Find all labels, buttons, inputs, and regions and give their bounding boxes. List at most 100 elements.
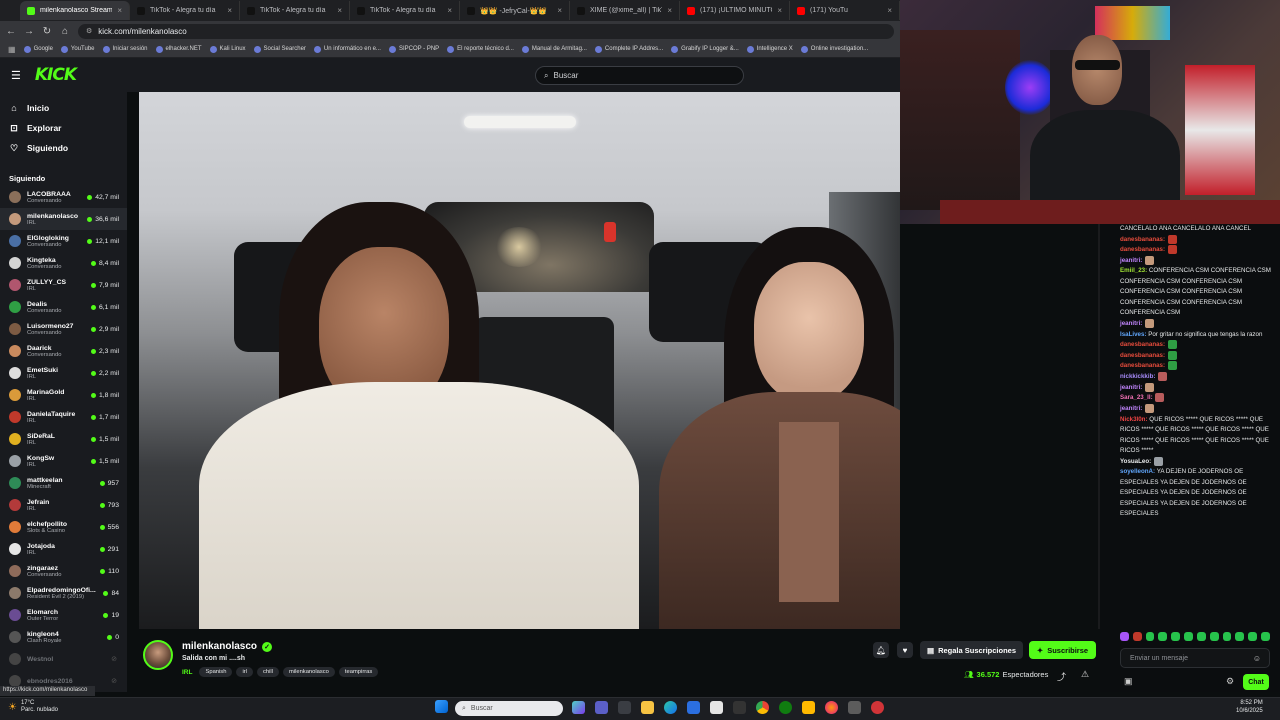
windows-start-icon[interactable] [435, 700, 448, 713]
bookmark-item[interactable]: Online investigation... [800, 45, 868, 53]
followed-channel[interactable]: Dealis Conversando 6,1 mil [0, 296, 127, 318]
close-tab-icon[interactable]: × [447, 6, 452, 15]
subscribe-button[interactable]: ✦ Suscribirse [1029, 641, 1096, 659]
chat-username[interactable]: jeanitri: [1120, 257, 1142, 264]
taskbar-search[interactable]: ⌕ Buscar [455, 701, 563, 716]
close-tab-icon[interactable]: × [777, 6, 782, 15]
close-tab-icon[interactable]: × [337, 6, 342, 15]
followed-channel[interactable]: zingaraez Conversando 110 [0, 560, 127, 582]
chat-send-button[interactable]: Chat [1243, 674, 1269, 690]
follow-heart-icon[interactable]: ♥ [897, 642, 913, 658]
bookmark-item[interactable]: Intelligence X [746, 45, 793, 53]
browser-tab[interactable]: (171) YouTu × [790, 1, 900, 20]
chat-username[interactable]: jeanitri: [1120, 384, 1142, 391]
file-explorer-icon[interactable] [641, 701, 654, 714]
followed-channel[interactable]: ElpadredomingoOfi... Resident Evil 2 (201… [0, 582, 127, 604]
site-info-icon[interactable]: ⚙ [86, 27, 92, 35]
chat-username[interactable]: danesbananas: [1120, 236, 1165, 243]
followed-channel[interactable]: mattkeelan Minecraft 957 [0, 472, 127, 494]
followed-channel[interactable]: Luisormeno27 Conversando 2,9 mil [0, 318, 127, 340]
xbox-icon[interactable] [779, 701, 792, 714]
edge-icon[interactable] [664, 701, 677, 714]
chat-username[interactable]: Sara_23_ll: [1120, 394, 1153, 401]
close-tab-icon[interactable]: × [887, 6, 892, 15]
bookmark-item[interactable]: Un informático en e... [313, 45, 381, 53]
followed-channel[interactable]: EmetSuki IRL 2,2 mil [0, 362, 127, 384]
close-tab-icon[interactable]: × [117, 6, 122, 15]
emote[interactable] [1261, 632, 1270, 641]
task-view-icon[interactable] [618, 701, 631, 714]
chat-input[interactable]: Enviar un mensaje ☺ [1120, 648, 1270, 668]
chat-username[interactable]: IsaLives: [1120, 331, 1146, 338]
streamer-avatar[interactable] [143, 640, 173, 670]
stream-category[interactable]: IRL [182, 669, 192, 676]
emote[interactable] [1120, 632, 1129, 641]
followed-channel[interactable]: DanielaTaquire IRL 1,7 mil [0, 406, 127, 428]
chat-username[interactable]: jeanitri: [1120, 320, 1142, 327]
browser-tab[interactable]: TikTok - Alegra tu día × [350, 1, 460, 20]
firefox-icon[interactable] [825, 701, 838, 714]
chrome-icon[interactable] [756, 701, 769, 714]
browser-tab[interactable]: TikTok - Alegra tu día × [240, 1, 350, 20]
followed-channel[interactable]: KongSw IRL 1,5 mil [0, 450, 127, 472]
followed-channel[interactable]: Jefrain IRL 793 [0, 494, 127, 516]
emote[interactable] [1132, 632, 1142, 641]
apps-icon[interactable]: ▦ [8, 45, 16, 54]
menu-icon[interactable]: ☰ [11, 69, 21, 82]
nav-item-explorar[interactable]: ⊡ Explorar [0, 118, 127, 138]
video-player[interactable] [139, 92, 900, 629]
emote[interactable] [1248, 632, 1258, 641]
followed-channel[interactable]: milenkanolasco IRL 36,6 mil [0, 208, 127, 230]
chat-username[interactable]: danesbananas: [1120, 352, 1165, 359]
browser-tab[interactable]: 👑👑 -JefryCal-👑👑 × [460, 1, 570, 20]
emoji-icon[interactable]: ☺ [1253, 654, 1261, 663]
emote[interactable] [1209, 632, 1219, 641]
notification-bell-icon[interactable]: 🔔︎ [873, 642, 889, 658]
chat-username[interactable]: danesbananas: [1120, 246, 1165, 253]
browser-tab[interactable]: XIME (@xime_all) | TikTok × [570, 1, 680, 20]
bookmark-item[interactable]: Kali Linux [209, 45, 246, 53]
emote[interactable] [1158, 632, 1168, 641]
followed-channel[interactable]: Kingteka Conversando 8,4 mil [0, 252, 127, 274]
terminal-icon[interactable] [733, 701, 746, 714]
close-tab-icon[interactable]: × [227, 6, 232, 15]
chat-username[interactable]: jeanitri: [1120, 405, 1142, 412]
nav-item-inicio[interactable]: ⌂ Inicio [0, 98, 127, 118]
bookmark-item[interactable]: Grabify IP Logger &... [671, 45, 739, 53]
app-icon[interactable] [848, 701, 861, 714]
back-icon[interactable]: ← [6, 26, 16, 37]
followed-channel[interactable]: LACOBRAAA Conversando 42,7 mil [0, 186, 127, 208]
emote[interactable] [1184, 632, 1193, 641]
followed-channel[interactable]: elchefpollito Slots & Casino 556 [0, 516, 127, 538]
followed-channel[interactable]: SiDeRaL IRL 1,5 mil [0, 428, 127, 450]
bookmark-item[interactable]: Social Searcher [253, 45, 306, 53]
followed-channel[interactable]: MarinaGold IRL 1,8 mil [0, 384, 127, 406]
browser-tab[interactable]: TikTok - Alegra tu día × [130, 1, 240, 20]
bookmark-item[interactable]: elhacker.NET [155, 45, 202, 53]
kick-logo[interactable]: KICK [35, 65, 77, 85]
chat-username[interactable]: danesbananas: [1120, 341, 1165, 348]
close-tab-icon[interactable]: × [667, 6, 672, 15]
chat-username[interactable]: soyelleonA: [1120, 468, 1155, 475]
stream-tag[interactable]: chill [256, 667, 279, 677]
report-icon[interactable]: ⚠ [1081, 669, 1089, 680]
bookmark-item[interactable]: Google [23, 45, 53, 53]
chat-settings-icon[interactable]: ⚙ [1226, 676, 1234, 687]
browser-tab[interactable]: (171) ¡ÚLTIMO MINUTO! R × [680, 1, 790, 20]
stream-tag[interactable]: teampirras [338, 667, 379, 677]
chat-username[interactable]: YosuaLeo: [1120, 458, 1151, 465]
photos-icon[interactable] [802, 701, 815, 714]
bookmark-item[interactable]: El reporte técnico d... [447, 45, 514, 53]
chat-username[interactable]: Emiil_23: [1120, 267, 1147, 274]
reload-icon[interactable]: ↻ [42, 26, 52, 37]
stream-tag[interactable]: irl [236, 667, 253, 677]
stream-tag[interactable]: milenkanolasco [282, 667, 335, 677]
nav-item-siguiendo[interactable]: ♡ Siguiendo [0, 138, 127, 158]
bookmark-item[interactable]: Complete IP Addres... [594, 45, 663, 53]
chat-username[interactable]: Nick3l0n: [1120, 416, 1148, 423]
app-icon[interactable] [871, 701, 884, 714]
emote[interactable] [1222, 632, 1232, 641]
emote[interactable] [1235, 632, 1245, 641]
followed-channel[interactable]: Daarick Conversando 2,3 mil [0, 340, 127, 362]
teams-icon[interactable] [595, 701, 608, 714]
